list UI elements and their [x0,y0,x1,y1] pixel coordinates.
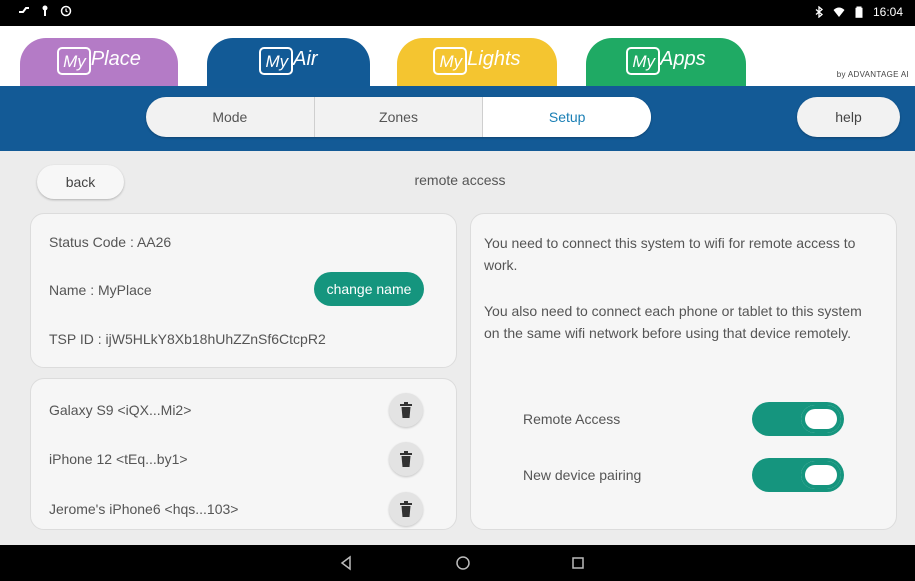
bluetooth-icon [815,6,823,18]
signal-icon [19,7,29,13]
back-nav-icon[interactable] [339,555,353,571]
trash-icon [400,402,412,418]
list-item: Galaxy S9 <iQX...Mi2> [31,390,458,430]
system-name: Name : MyPlace [49,282,152,298]
alarm-icon [60,5,72,17]
delete-device-button[interactable] [389,492,423,526]
page-title: remote access [414,172,506,188]
list-item: Jerome's iPhone6 <hqs...103> [31,489,458,529]
clock: 16:04 [872,5,903,19]
device-name: iPhone 12 <tEq...by1> [49,451,188,467]
app-tabs: My Place My Air My Lights My Apps by ADVANTA… [0,26,915,88]
battery-icon [855,6,863,18]
status-code: Status Code : AA26 [49,234,172,250]
delete-device-button[interactable] [389,393,423,427]
tab-myplace[interactable]: My Place [20,38,178,88]
device-name: Galaxy S9 <iQX...Mi2> [49,402,192,418]
back-button[interactable]: back [37,165,124,199]
mylights-logo: My [433,47,468,75]
remote-access-panel: You need to connect this system to wifi … [470,213,897,530]
myapps-logo: My [626,47,661,75]
pairing-instructions: You also need to connect each phone or t… [484,303,862,341]
list-item: iPhone 12 <tEq...by1> [31,439,458,479]
myair-logo: My [259,47,294,75]
change-name-button[interactable]: change name [314,272,424,306]
segment-zones[interactable]: Zones [315,97,484,137]
home-nav-icon[interactable] [455,555,471,571]
recents-nav-icon[interactable] [571,555,585,571]
remote-access-toggle[interactable] [752,402,844,436]
tab-myair[interactable]: My Air [207,38,370,88]
new-device-pairing-toggle[interactable] [752,458,844,492]
new-device-pairing-label: New device pairing [523,467,642,483]
tab-mylights[interactable]: My Lights [397,38,557,88]
paired-devices-panel: Galaxy S9 <iQX...Mi2> iPhone 12 <tEq...b… [30,378,457,530]
nav-bar: Mode Zones Setup help [0,86,915,151]
tab-myapps[interactable]: My Apps [586,38,746,88]
segment-mode[interactable]: Mode [146,97,315,137]
brand-label: by ADVANTAGE AI [836,70,909,79]
help-button[interactable]: help [797,97,900,137]
status-bar: 16:04 [0,0,915,26]
system-info-panel: Status Code : AA26 Name : MyPlace change… [30,213,457,368]
segmented-control: Mode Zones Setup [146,97,651,137]
segment-setup[interactable]: Setup [483,97,651,137]
trash-icon [400,451,412,467]
system-nav-bar [0,545,915,581]
wifi-icon [833,7,845,17]
usb-icon [42,5,48,16]
delete-device-button[interactable] [389,442,423,476]
device-name: Jerome's iPhone6 <hqs...103> [49,501,239,517]
remote-access-label: Remote Access [523,411,621,427]
myplace-logo: My [57,47,91,75]
wifi-instructions: You need to connect this system to wifi … [484,235,856,273]
tsp-id: TSP ID : ijW5HLkY8Xb18hUhZZnSf6CtcpR2 [49,331,326,347]
trash-icon [400,501,412,517]
